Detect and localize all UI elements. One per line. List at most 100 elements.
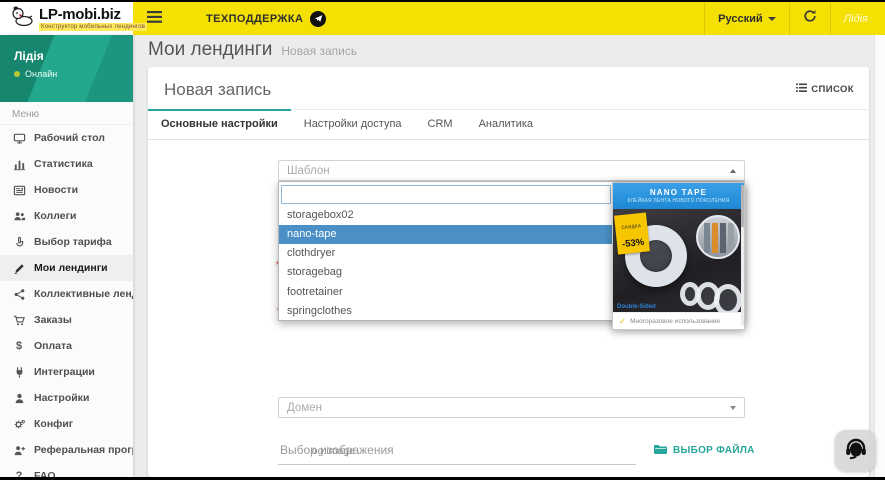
- people-icon: [12, 210, 26, 223]
- template-dropdown: storagebox02 nano-tape clothdryer storag…: [278, 181, 745, 330]
- topbar: LP-mobi.biz Конструктор мобильных лендин…: [0, 2, 885, 35]
- page-header: Мои лендинги Новая запись: [148, 39, 869, 61]
- discount-badge: СКИДКА -53%: [614, 212, 651, 255]
- list-button[interactable]: СПИСОК: [796, 83, 854, 96]
- preview-title: NANO TAPE: [649, 188, 708, 197]
- language-dropdown[interactable]: Русский: [704, 2, 788, 35]
- refresh-button[interactable]: [788, 2, 830, 35]
- check-icon: ✓: [619, 315, 627, 326]
- sidebar-item-label: Интеграции: [34, 366, 95, 378]
- sidebar-item-payment[interactable]: $ Оплата: [0, 333, 133, 359]
- logo-tagline: Конструктор мобильных лендингов: [39, 22, 148, 31]
- language-label: Русский: [718, 12, 763, 25]
- sidebar-item-tariff[interactable]: Выбор тарифа: [0, 229, 133, 255]
- sidebar: Лідія Онлайн Меню Рабочий стол Статистик…: [0, 35, 133, 477]
- preview-subtitle: КЛЕЙКАЯ ЛЕНТА НОВОГО ПОКОЛЕНИЯ: [627, 198, 730, 204]
- sidebar-item-news[interactable]: Новости: [0, 177, 133, 203]
- sidebar-item-label: Коллеги: [34, 210, 77, 222]
- preview-product-image: СКИДКА -53% Double-Sided: [613, 209, 744, 312]
- topbar-username: Лідія: [843, 12, 868, 25]
- tab-analytics[interactable]: Аналитика: [466, 110, 546, 139]
- question-icon: ?: [15, 469, 23, 477]
- tab-main-settings[interactable]: Основные настройки: [148, 109, 291, 139]
- sidebar-toggle-button[interactable]: [133, 2, 176, 35]
- cart-icon: [12, 314, 26, 327]
- sidebar-item-integrations[interactable]: Интеграции: [0, 359, 133, 385]
- chevron-down-icon: [767, 16, 776, 21]
- sidebar-item-label: Заказы: [34, 314, 72, 326]
- topbar-right: Русский Лідія: [704, 2, 885, 35]
- refresh-icon: [803, 9, 817, 28]
- dropdown-option-selected[interactable]: nano-tape: [279, 224, 613, 245]
- headset-icon: [843, 435, 869, 466]
- sidebar-item-referral[interactable]: Реферальная программа: [0, 437, 133, 463]
- sidebar-item-label: Оплата: [34, 340, 73, 352]
- sidebar-item-statistics[interactable]: Статистика: [0, 151, 133, 177]
- sidebar-item-label: Коллективные лендинги: [34, 288, 133, 300]
- logo[interactable]: LP-mobi.biz Конструктор мобильных лендин…: [0, 2, 148, 35]
- tab-bar: Основные настройки Настройки доступа CRM…: [148, 109, 869, 140]
- sidebar-item-collective-landings[interactable]: Коллективные лендинги: [0, 281, 133, 307]
- dropdown-option[interactable]: clothdryer: [279, 244, 613, 263]
- logo-title: LP-mobi.biz: [39, 5, 121, 23]
- caret-down-icon: [730, 405, 736, 410]
- main-content: Мои лендинги Новая запись Новая запись С…: [133, 35, 885, 477]
- breadcrumb: Новая запись: [281, 44, 358, 58]
- dropdown-option[interactable]: springclothes: [279, 302, 613, 321]
- dog-logo-icon: [10, 4, 34, 33]
- dropdown-option-list: storagebox02 nano-tape clothdryer storag…: [279, 206, 613, 322]
- page-title: Мои лендинги: [148, 39, 273, 60]
- app-screen: LP-mobi.biz Конструктор мобильных лендин…: [0, 2, 885, 477]
- usage-inset-photo: [696, 215, 740, 259]
- sidebar-item-label: Рабочий стол: [34, 132, 105, 144]
- desktop-icon: [12, 132, 26, 145]
- sidebar-item-label: Мои лендинги: [34, 262, 108, 274]
- support-link[interactable]: ТЕХПОДДЕРЖКА: [190, 2, 342, 35]
- support-label: ТЕХПОДДЕРЖКА: [206, 12, 304, 25]
- tab-crm[interactable]: CRM: [415, 110, 466, 139]
- gear-icon: [12, 418, 26, 431]
- card-title: Новая запись: [164, 80, 272, 99]
- file-select-button[interactable]: ВЫБОР ФАЙЛА: [653, 443, 755, 458]
- telegram-icon: [310, 10, 327, 27]
- sidebar-item-colleagues[interactable]: Коллеги: [0, 203, 133, 229]
- template-select[interactable]: Шаблон: [278, 160, 745, 181]
- person-icon: [12, 392, 26, 405]
- dropdown-option[interactable]: storagebag: [279, 263, 613, 282]
- sidebar-item-settings[interactable]: Настройки: [0, 385, 133, 411]
- support-chat-button[interactable]: [835, 430, 876, 471]
- news-icon: [12, 184, 26, 197]
- sidebar-item-label: Новости: [34, 184, 79, 196]
- tab-access-settings[interactable]: Настройки доступа: [291, 110, 415, 139]
- caret-up-icon: [730, 168, 736, 173]
- sidebar-item-my-landings[interactable]: Мои лендинги: [0, 255, 133, 281]
- sidebar-item-label: Конфиг: [34, 418, 74, 430]
- dropdown-search-input[interactable]: [281, 184, 611, 204]
- dropdown-option[interactable]: footretainer: [279, 283, 613, 302]
- sidebar-item-orders[interactable]: Заказы: [0, 307, 133, 333]
- online-status-label: Онлайн: [25, 69, 58, 79]
- share-icon: [12, 288, 26, 301]
- sidebar-item-label: Выбор тарифа: [34, 236, 112, 248]
- user-menu[interactable]: Лідія: [829, 2, 885, 35]
- form-card: Новая запись СПИСОК Основные настройки Н…: [148, 67, 869, 477]
- sidebar-user-name: Лідія: [14, 49, 44, 63]
- preview-scrollbar[interactable]: [741, 185, 744, 325]
- sidebar-item-faq[interactable]: ? FAQ: [0, 463, 133, 477]
- page-scrollbar[interactable]: [874, 35, 885, 477]
- og-image-input[interactable]: [278, 439, 636, 465]
- dollar-icon: $: [15, 339, 23, 352]
- person-plus-icon: [12, 444, 26, 457]
- form: Шаблон Название Заголовок SEO Описание S…: [148, 140, 869, 477]
- list-icon: [796, 83, 808, 96]
- sidebar-item-label: FAQ: [34, 470, 56, 477]
- dropdown-option[interactable]: storagebox02: [279, 206, 613, 225]
- sidebar-item-label: Реферальная программа: [34, 444, 133, 456]
- sidebar-item-dashboard[interactable]: Рабочий стол: [0, 125, 133, 151]
- sidebar-item-config[interactable]: Конфиг: [0, 411, 133, 437]
- online-status-dot: [14, 71, 20, 77]
- template-preview-image: NANO TAPE КЛЕЙКАЯ ЛЕНТА НОВОГО ПОКОЛЕНИЯ…: [612, 182, 745, 330]
- brand-text: Double-Sided: [617, 304, 656, 310]
- sidebar-item-label: Настройки: [34, 392, 90, 404]
- domain-select[interactable]: Домен: [278, 397, 745, 418]
